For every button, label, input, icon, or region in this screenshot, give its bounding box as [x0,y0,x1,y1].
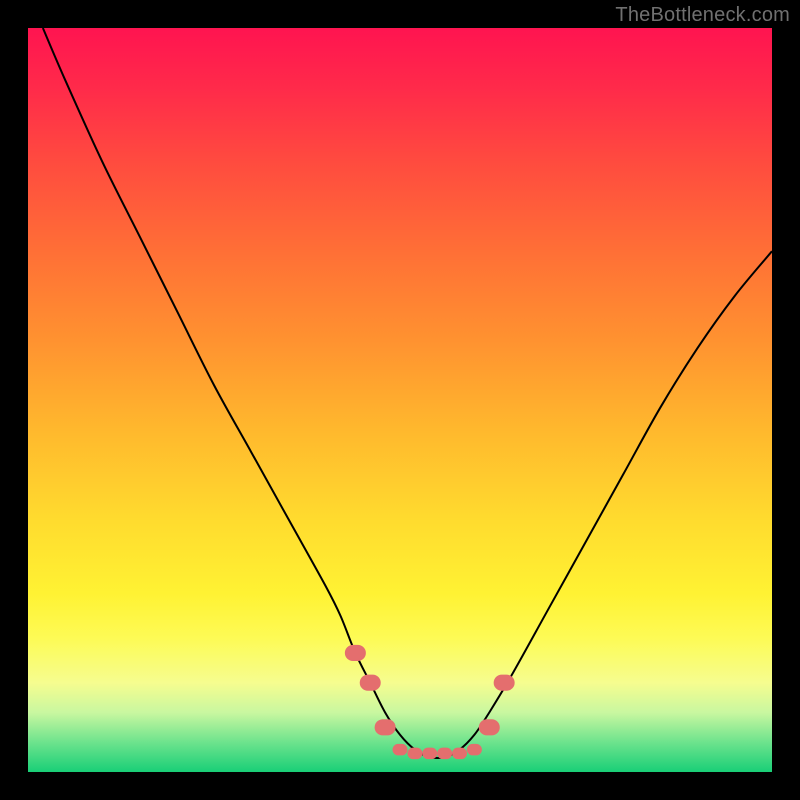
highlight-marker [437,748,452,760]
highlight-marker [393,744,408,756]
highlight-marker [422,748,437,760]
highlight-marker [360,675,381,691]
bottleneck-curve [43,28,772,758]
highlight-marker [345,645,366,661]
highlight-marker-group [345,645,515,759]
highlight-marker [452,748,467,760]
highlight-marker [467,744,482,756]
bottleneck-chart-svg [28,28,772,772]
highlight-marker [407,748,422,760]
watermark-text: TheBottleneck.com [615,4,790,27]
highlight-marker [479,719,500,735]
chart-plot-area [28,28,772,772]
highlight-marker [494,675,515,691]
highlight-marker [375,719,396,735]
